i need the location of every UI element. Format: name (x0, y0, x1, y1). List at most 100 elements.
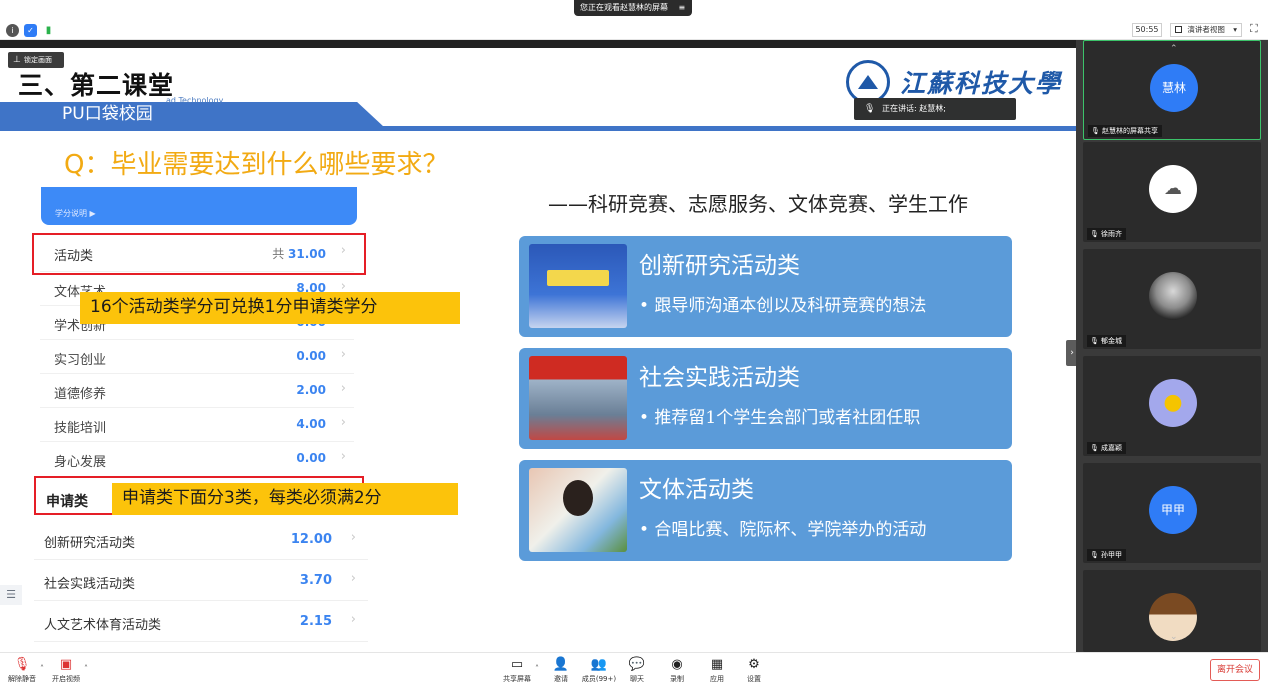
list-item-value: 0.00 (296, 349, 326, 363)
members-button[interactable]: 👥 成员(99+) (579, 656, 619, 688)
shared-slide: ⊥ 锁定画面 三、第二课堂 PU口袋校园 江蘇科技大學 ad Technolog… (0, 40, 1076, 652)
shield-icon[interactable]: ✓ (24, 24, 37, 37)
fullscreen-icon[interactable]: ⛶ (1250, 22, 1258, 36)
participant-name-tag: 🎙 郁金城 (1087, 335, 1126, 347)
slide-title: 三、第二课堂 (18, 71, 175, 100)
invite-label: 邀请 (554, 675, 568, 683)
chevron-down-icon: ▾ (1233, 25, 1238, 34)
credit-header-label: 学分说明 ▶ (55, 209, 96, 218)
chevron-right-icon: › (350, 530, 356, 545)
unmute-button[interactable]: 🎙 解除静音 (2, 656, 42, 688)
info-icon[interactable]: i (6, 24, 19, 37)
view-mode-dropdown[interactable]: 演讲者视图 ▾ (1170, 23, 1242, 37)
list-toggle-icon[interactable]: ☰ (0, 585, 22, 605)
participant-tile[interactable]: 慧林 🎙 赵慧林的屏幕共享 (1083, 40, 1261, 140)
callout-activity: 16个活动类学分可兑换1分申请类学分 (80, 292, 460, 324)
avatar: 甲甲 (1149, 486, 1197, 534)
microphone-muted-icon: 🎙 (1090, 230, 1099, 238)
share-screen-button[interactable]: ▭ 共享屏幕 (497, 656, 537, 688)
list-item-value: 2.00 (296, 383, 326, 397)
participant-tile[interactable]: 甲甲 🎙 孙甲甲 (1083, 463, 1261, 563)
start-video-button[interactable]: ▣ 开启视频 (46, 656, 86, 688)
list-item: 道德修养 2.00 › (40, 374, 354, 408)
table-row: 创新研究活动类 12.00 › (34, 520, 368, 560)
chat-icon: 💬 (628, 657, 646, 672)
chevron-up-icon[interactable]: ˄ (535, 664, 539, 673)
chevron-right-icon: › (340, 347, 346, 362)
apply-row-label: 人文艺术体育活动类 (44, 618, 162, 633)
chevron-right-icon: › (350, 612, 356, 627)
card-title: 创新研究活动类 (639, 253, 800, 279)
apply-row-label: 社会实践活动类 (44, 577, 136, 592)
record-icon: ◉ (671, 657, 683, 672)
social-practice-photo (529, 356, 627, 440)
avatar: 慧林 (1150, 64, 1198, 112)
card-innovation: 创新研究活动类 • 跟导师沟通本创以及科研竞赛的想法 (519, 236, 1012, 337)
avatar (1149, 272, 1197, 320)
slide-question: Q：毕业需要达到什么哪些要求？ (64, 150, 449, 180)
record-button[interactable]: ◉ 录制 (657, 656, 697, 688)
sharing-badge-text: 您正在观看赵慧林的屏幕 (580, 3, 668, 12)
list-item: 技能培训 4.00 › (40, 408, 354, 442)
title-band (0, 102, 384, 127)
chevron-up-icon[interactable]: ˄ (84, 664, 88, 673)
leave-meeting-button[interactable]: 离开会议 (1210, 659, 1260, 681)
apps-label: 应用 (710, 675, 724, 683)
scroll-up-icon[interactable]: ⌃ (1170, 44, 1178, 54)
card-title: 文体活动类 (639, 477, 754, 503)
participant-tile[interactable]: ● 🎙 成嘉颖 (1083, 356, 1261, 456)
top-bar: i ✓ ▮ 您正在观看赵慧林的屏幕 ≡ 50:55 演讲者视图 ▾ ⛶ (0, 0, 1268, 40)
participant-name-tag: 🎙 赵慧林的屏幕共享 (1088, 125, 1162, 137)
participant-name-tag: 🎙 徐雨齐 (1087, 228, 1126, 240)
microphone-icon: 🎙 (1091, 127, 1100, 135)
apply-row-value: 2.15 (299, 614, 332, 629)
chat-label: 聊天 (630, 675, 644, 683)
start-video-label: 开启视频 (52, 675, 80, 683)
activity-highlight-box (32, 233, 366, 275)
invite-button[interactable]: 👤 邀请 (541, 656, 581, 688)
title-band-line (0, 126, 1076, 131)
bottom-toolbar: 🎙 解除静音 ˄ ▣ 开启视频 ˄ ▭ 共享屏幕 ˄ 👤 邀请 👥 成员(99+… (0, 652, 1268, 688)
list-item-value: 4.00 (296, 417, 326, 431)
sharing-badge[interactable]: 您正在观看赵慧林的屏幕 ≡ (574, 0, 692, 16)
apply-row-value: 3.70 (299, 573, 332, 588)
scroll-down-icon[interactable]: ⌄ (1170, 632, 1178, 642)
participant-name: 成嘉颖 (1101, 444, 1122, 452)
participant-name: 赵慧林的屏幕共享 (1102, 127, 1158, 135)
share-screen-icon: ▭ (510, 657, 524, 672)
slide-subtitle: PU口袋校园 (62, 104, 153, 124)
participant-name-tag: 🎙 孙甲甲 (1087, 549, 1126, 561)
logo-subtext: ad Technology (166, 96, 224, 105)
participant-tile[interactable]: ☁ 🎙 徐雨齐 (1083, 142, 1261, 242)
apply-row-value: 12.00 (290, 532, 332, 547)
card-description: • 跟导师沟通本创以及科研竞赛的想法 (639, 296, 927, 316)
speaking-indicator: 🎙 正在讲话: 赵慧林; (854, 98, 1016, 120)
participant-name: 孙甲甲 (1101, 551, 1122, 559)
participant-tile[interactable]: 🎙 郁金城 (1083, 249, 1261, 349)
list-item-label: 技能培训 (54, 421, 107, 436)
signal-icon[interactable]: ▮ (42, 24, 55, 37)
participant-name: 郁金城 (1101, 337, 1122, 345)
menu-icon[interactable]: ≡ (679, 3, 686, 12)
participant-panel: 慧林 🎙 赵慧林的屏幕共享 ☁ 🎙 徐雨齐 🎙 郁金城 ● 🎙 成嘉颖 甲甲 🎙 孙甲甲 (1076, 40, 1268, 652)
settings-button[interactable]: ⚙ 设置 (734, 656, 774, 688)
settings-label: 设置 (747, 675, 761, 683)
add-user-icon: 👤 (552, 657, 570, 672)
chat-button[interactable]: 💬 聊天 (617, 656, 657, 688)
participant-name: 徐雨齐 (1101, 230, 1122, 238)
chevron-right-icon: › (340, 449, 346, 464)
avatar: ☁ (1149, 165, 1197, 213)
share-screen-label: 共享屏幕 (503, 675, 531, 683)
chevron-up-icon[interactable]: ˄ (40, 664, 44, 673)
table-row: 人文艺术体育活动类 2.15 › (34, 602, 368, 642)
card-arts-sports: 文体活动类 • 合唱比赛、院际杯、学院举办的活动 (519, 460, 1012, 561)
card-description: • 推荐留1个学生会部门或者社团任职 (639, 408, 921, 428)
logo-text: 江蘇科技大學 (900, 69, 1063, 98)
unmute-label: 解除静音 (8, 675, 36, 683)
gear-icon: ⚙ (748, 657, 760, 672)
apps-button[interactable]: ▦ 应用 (697, 656, 737, 688)
video-off-icon: ▣ (59, 657, 73, 672)
callout-apply: 申请类下面分3类，每类必须满2分 (112, 483, 458, 515)
apps-icon: ▦ (710, 657, 724, 672)
speaking-text: 正在讲话: 赵慧林; (882, 104, 946, 113)
